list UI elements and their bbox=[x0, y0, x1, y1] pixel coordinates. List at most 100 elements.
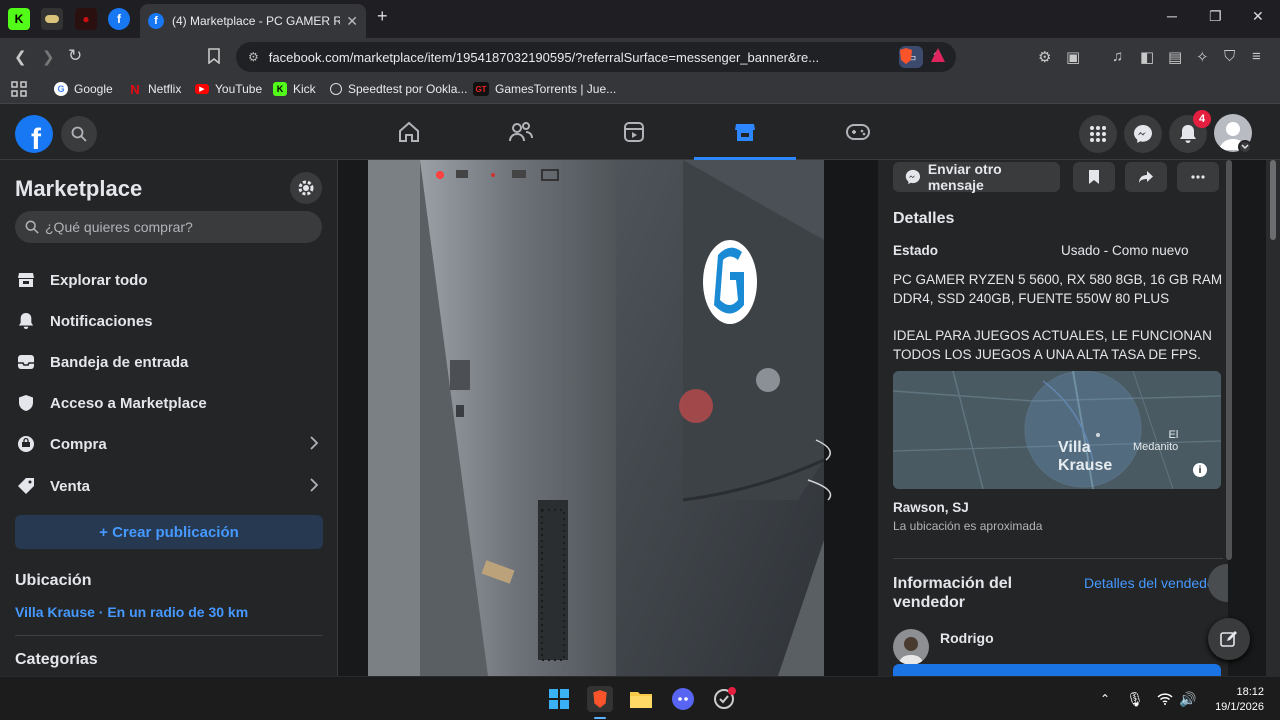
messenger-button[interactable] bbox=[1124, 115, 1162, 153]
browser-tab-bar: K ● f f (4) Marketplace - PC GAMER RYZ ✕… bbox=[0, 0, 1280, 38]
file-explorer-icon[interactable] bbox=[628, 686, 654, 712]
gaming-icon bbox=[846, 124, 870, 140]
active-app-indicator bbox=[594, 717, 606, 719]
sidebar-icon[interactable]: ◧ bbox=[1140, 48, 1154, 66]
close-tab-icon[interactable]: ✕ bbox=[346, 13, 358, 30]
seller-avatar[interactable] bbox=[893, 629, 929, 665]
leo-ai-icon[interactable]: ✧ bbox=[1196, 48, 1209, 66]
condition-label: Estado bbox=[893, 243, 939, 258]
app-icon[interactable] bbox=[711, 686, 737, 712]
sidebar-item-inbox[interactable]: Bandeja de entrada bbox=[15, 344, 325, 380]
nav-marketplace[interactable] bbox=[729, 118, 761, 146]
system-clock[interactable]: 18:12 19/1/2026 bbox=[1206, 685, 1264, 715]
sidebar-title: Marketplace bbox=[15, 176, 143, 201]
bell-icon bbox=[1180, 125, 1196, 143]
chevron-up-icon[interactable]: ⌃ bbox=[1092, 686, 1118, 712]
seller-details-link[interactable]: Detalles del vendedor bbox=[1084, 575, 1219, 591]
sidebar-item-label: Explorar todo bbox=[50, 271, 148, 289]
menu-button[interactable] bbox=[1079, 115, 1117, 153]
maximize-icon[interactable]: ❐ bbox=[1209, 8, 1222, 25]
wallet-icon[interactable]: ▤ bbox=[1168, 48, 1182, 66]
brave-rewards-icon[interactable] bbox=[930, 47, 946, 63]
new-message-button[interactable] bbox=[1208, 618, 1250, 660]
marketplace-search-input[interactable]: ¿Qué quieres comprar? bbox=[15, 211, 322, 243]
bookmark-gamestorrents[interactable]: GT GamesTorrents | Jue... bbox=[473, 82, 616, 96]
bookmark-kick[interactable]: K Kick bbox=[273, 82, 316, 96]
bookmark-google[interactable]: G Google bbox=[54, 82, 113, 96]
active-tab[interactable]: f (4) Marketplace - PC GAMER RYZ ✕ bbox=[140, 4, 366, 38]
volume-icon[interactable]: 🔊 bbox=[1175, 686, 1201, 712]
kick-icon: K bbox=[273, 82, 287, 96]
bookmark-speedtest[interactable]: Speedtest por Ookla... bbox=[330, 82, 467, 96]
friends-icon bbox=[509, 122, 533, 142]
panel-scrollbar-thumb[interactable] bbox=[1226, 160, 1232, 560]
nav-video[interactable] bbox=[618, 118, 650, 146]
location-filter-link[interactable]: Villa Krause · En un radio de 30 km bbox=[15, 604, 248, 620]
bookmark-page-icon[interactable] bbox=[208, 48, 220, 64]
brave-browser-icon[interactable] bbox=[587, 686, 613, 712]
windows-start-icon[interactable] bbox=[546, 686, 572, 712]
more-options-button[interactable] bbox=[1177, 162, 1219, 192]
nav-friends[interactable] bbox=[505, 118, 537, 146]
pinned-tab-icon[interactable]: ● bbox=[75, 8, 97, 30]
extensions-icon[interactable]: ⚙ bbox=[1038, 48, 1051, 66]
tab-search-icon[interactable]: ▣ bbox=[1066, 48, 1080, 66]
create-listing-button[interactable]: + Crear publicación bbox=[15, 515, 323, 549]
minimize-icon[interactable]: ─ bbox=[1167, 8, 1177, 24]
site-settings-icon[interactable]: ⚙ bbox=[248, 50, 259, 64]
apps-icon[interactable] bbox=[11, 81, 27, 97]
bookmark-netflix[interactable]: N Netflix bbox=[128, 81, 181, 97]
brave-shields-icon[interactable] bbox=[898, 47, 914, 65]
scrollbar-thumb[interactable] bbox=[1270, 160, 1276, 240]
new-tab-icon[interactable]: + bbox=[377, 6, 388, 27]
netflix-icon: N bbox=[130, 81, 140, 97]
save-listing-button[interactable] bbox=[1073, 162, 1115, 192]
reload-icon[interactable]: ↻ bbox=[68, 46, 82, 66]
address-bar[interactable]: ⚙ facebook.com/marketplace/item/19541870… bbox=[236, 42, 956, 72]
nav-gaming[interactable] bbox=[842, 118, 874, 146]
nav-home[interactable] bbox=[393, 118, 425, 146]
map-info-icon[interactable]: i bbox=[1193, 463, 1207, 477]
close-window-icon[interactable]: ✕ bbox=[1252, 8, 1264, 25]
tag-icon bbox=[15, 475, 37, 497]
sidebar-item-label: Venta bbox=[50, 477, 91, 495]
marketplace-settings-button[interactable] bbox=[290, 172, 322, 204]
facebook-logo-icon[interactable]: f bbox=[15, 115, 53, 153]
sidebar-item-buying[interactable]: Compra bbox=[15, 426, 325, 462]
facebook-tab-icon[interactable]: f bbox=[108, 8, 130, 30]
sidebar-item-label: Acceso a Marketplace bbox=[50, 394, 207, 412]
kick-tab-icon[interactable]: K bbox=[8, 8, 30, 30]
vpn-icon[interactable]: ⛉ bbox=[1224, 48, 1235, 65]
page-scrollbar[interactable] bbox=[1266, 160, 1280, 676]
listing-image-viewer[interactable] bbox=[338, 160, 878, 676]
account-chevron-icon[interactable] bbox=[1238, 140, 1252, 154]
sidebar-item-notifications[interactable]: Notificaciones bbox=[15, 303, 325, 339]
media-icon[interactable]: ♫ bbox=[1112, 48, 1123, 65]
sidebar-item-selling[interactable]: Venta bbox=[15, 468, 325, 504]
video-icon bbox=[624, 122, 644, 142]
location-map[interactable]: Villa Krause El Medanito i bbox=[893, 371, 1221, 489]
browser-toolbar: ❮ ❯ ↻ ⚙ facebook.com/marketplace/item/19… bbox=[0, 38, 1280, 76]
seller-name[interactable]: Rodrigo bbox=[940, 629, 994, 648]
sidebar-item-label: Bandeja de entrada bbox=[50, 353, 189, 371]
pinned-tab-icon[interactable] bbox=[41, 8, 63, 30]
discord-icon[interactable] bbox=[670, 686, 696, 712]
back-icon[interactable]: ❮ bbox=[14, 48, 27, 66]
microphone-icon[interactable]: 🎙 bbox=[1122, 686, 1148, 712]
menu-icon[interactable]: ≡ bbox=[1252, 48, 1261, 65]
search-icon bbox=[25, 220, 39, 234]
search-placeholder: ¿Qué quieres comprar? bbox=[45, 219, 193, 235]
listing-description: IDEAL PARA JUEGOS ACTUALES, LE FUNCIONAN… bbox=[893, 328, 1212, 362]
bookmark-youtube[interactable]: ▶ YouTube bbox=[195, 82, 262, 96]
sidebar-item-explore[interactable]: Explorar todo bbox=[15, 262, 325, 298]
primary-action-button[interactable] bbox=[893, 664, 1221, 676]
share-listing-button[interactable] bbox=[1125, 162, 1167, 192]
sidebar-item-access[interactable]: Acceso a Marketplace bbox=[15, 385, 325, 421]
send-message-button[interactable]: Enviar otro mensaje bbox=[893, 161, 1060, 193]
marketplace-sidebar: Marketplace ¿Qué quieres comprar? Explor… bbox=[0, 160, 338, 676]
chevron-right-icon bbox=[309, 477, 319, 493]
search-button[interactable] bbox=[61, 116, 97, 152]
seller-info-heading: Información del vendedor bbox=[893, 575, 1013, 611]
forward-icon[interactable]: ❯ bbox=[42, 48, 55, 66]
bookmark-label: YouTube bbox=[215, 82, 263, 96]
